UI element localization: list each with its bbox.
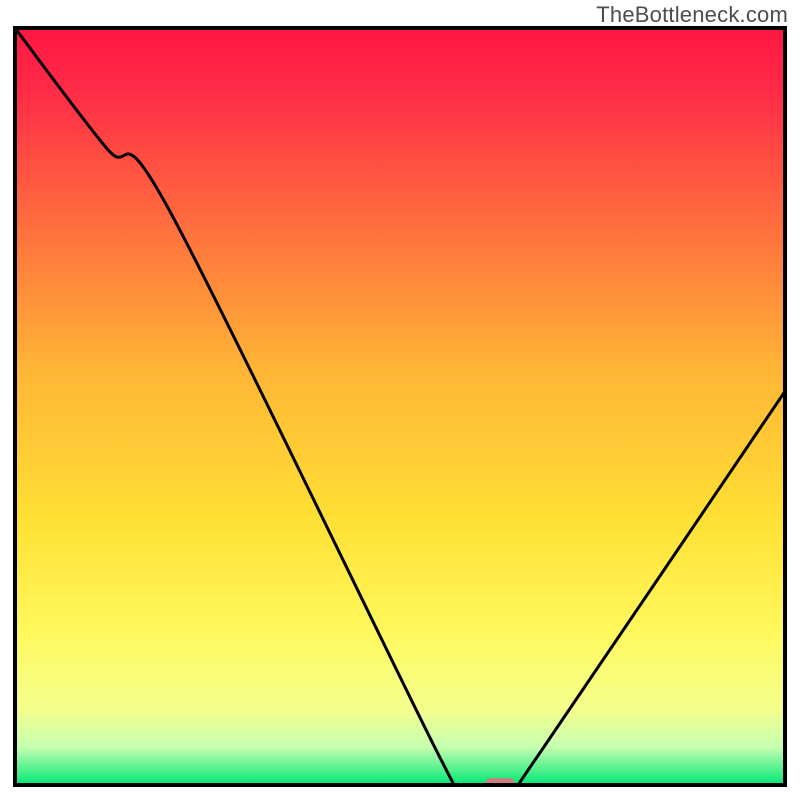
bottleneck-chart (0, 0, 800, 800)
chart-container: { "watermark": "TheBottleneck.com", "cha… (0, 0, 800, 800)
plot-background (15, 28, 785, 785)
